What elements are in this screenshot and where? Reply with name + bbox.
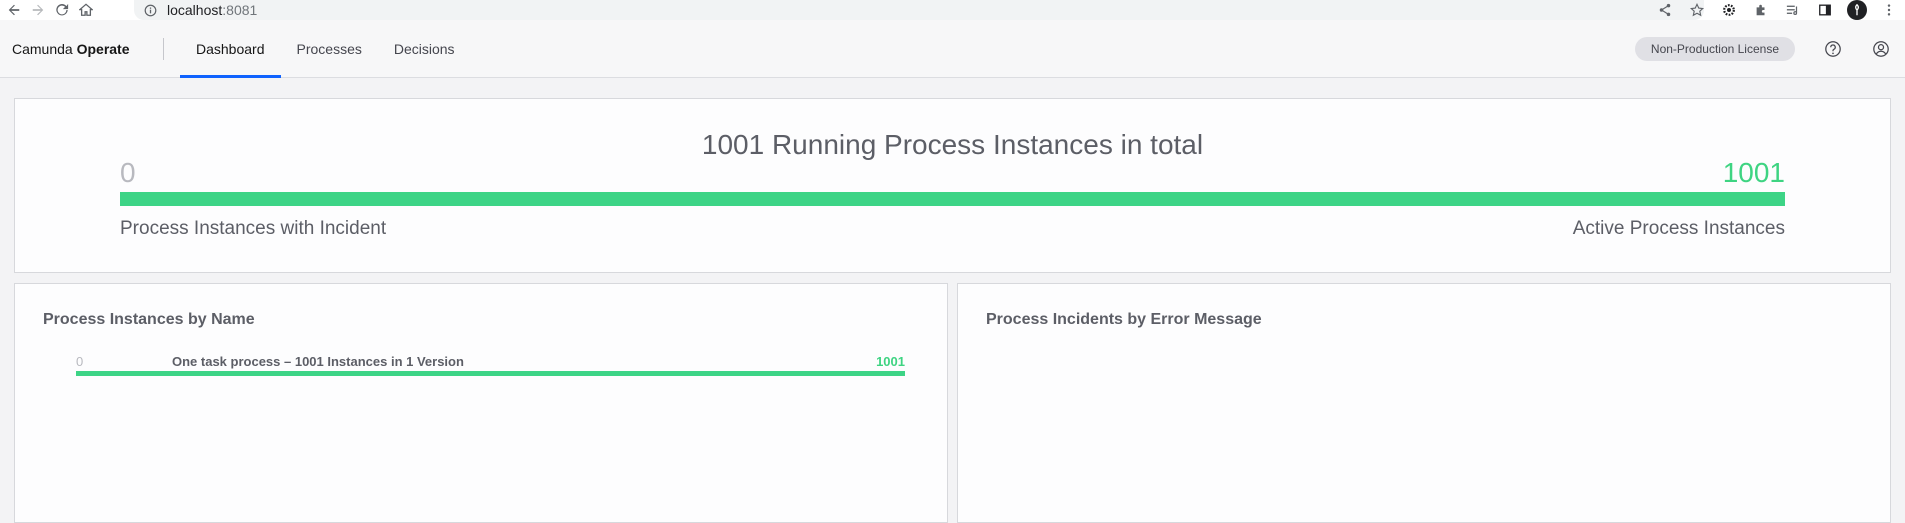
url-host: localhost (167, 2, 223, 18)
row-active-count: 1001 (876, 354, 905, 369)
back-icon[interactable] (4, 0, 24, 20)
reload-icon[interactable] (52, 0, 72, 20)
brand-name: Operate (76, 40, 130, 57)
process-instance-row[interactable]: 0 One task process – 1001 Instances in 1… (76, 354, 905, 384)
extensions-puzzle-icon[interactable] (1745, 0, 1777, 20)
tab-decisions[interactable]: Decisions (378, 20, 471, 77)
bookmark-star-icon[interactable] (1681, 0, 1713, 20)
running-instances-total-link[interactable]: 1001 Running Process Instances in total (15, 129, 1890, 161)
license-badge[interactable]: Non-Production License (1634, 37, 1795, 61)
user-account-icon[interactable] (1857, 20, 1905, 78)
brand-prefix: Camunda (12, 40, 73, 57)
browser-toolbar: localhost:8081 (0, 0, 1905, 20)
active-instances-label[interactable]: Active Process Instances (1573, 218, 1785, 240)
header-actions: Non-Production License (1634, 20, 1905, 78)
incident-count-link[interactable]: 0 (120, 157, 136, 189)
incident-instances-label[interactable]: Process Instances with Incident (120, 218, 386, 240)
side-panel-icon[interactable] (1809, 0, 1841, 20)
row-progress-bar-fill (76, 371, 905, 376)
app-brand[interactable]: Camunda Operate (0, 41, 163, 57)
share-icon[interactable] (1649, 0, 1681, 20)
metric-summary-panel: 1001 Running Process Instances in total … (14, 98, 1891, 273)
reading-list-icon[interactable] (1777, 0, 1809, 20)
active-instances-bar-fill (120, 192, 1785, 206)
instances-by-name-panel: Process Instances by Name 0 One task pro… (14, 283, 948, 523)
incidents-by-error-panel: Process Incidents by Error Message (957, 283, 1891, 523)
forward-icon[interactable] (28, 0, 48, 20)
row-incident-count: 0 (76, 354, 84, 369)
incidents-by-error-title: Process Incidents by Error Message (986, 311, 1262, 328)
address-bar[interactable]: localhost:8081 (134, 0, 1704, 20)
url-text: localhost:8081 (167, 2, 257, 18)
row-progress-bar (76, 371, 905, 376)
browser-actions (1649, 0, 1905, 20)
profile-avatar[interactable] (1841, 0, 1873, 20)
tab-processes[interactable]: Processes (281, 20, 378, 77)
app-header: Camunda Operate Dashboard Processes Deci… (0, 20, 1905, 78)
row-process-label: One task process – 1001 Instances in 1 V… (172, 354, 464, 369)
url-port: :8081 (222, 2, 258, 18)
instances-by-name-title: Process Instances by Name (43, 311, 255, 328)
browser-menu-icon[interactable] (1873, 0, 1905, 20)
help-icon[interactable] (1809, 20, 1857, 78)
home-icon[interactable] (76, 0, 96, 20)
active-count-link[interactable]: 1001 (1723, 157, 1785, 189)
instances-progress-bar (120, 192, 1785, 206)
avatar (1847, 0, 1867, 20)
brand-divider (163, 37, 164, 60)
extension-gear-icon[interactable] (1713, 0, 1745, 20)
site-info-icon[interactable] (144, 4, 157, 17)
tab-dashboard[interactable]: Dashboard (180, 20, 281, 78)
